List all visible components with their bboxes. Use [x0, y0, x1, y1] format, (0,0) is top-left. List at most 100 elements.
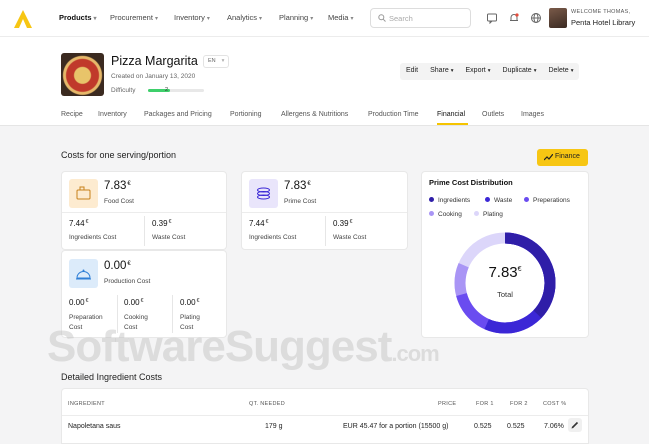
- tab-inventory[interactable]: Inventory: [98, 111, 127, 118]
- nav-analytics[interactable]: Analytics ▾: [227, 13, 262, 22]
- food-bag-icon: [76, 186, 91, 200]
- row-qty: 179 g: [265, 423, 283, 430]
- dish-image: [61, 53, 104, 96]
- search-input[interactable]: Search: [370, 8, 471, 28]
- row-ingredient[interactable]: Napoletana saus: [68, 423, 121, 430]
- nav-procurement[interactable]: Procurement ▾: [110, 13, 158, 22]
- food-cost-value: 7.83€: [104, 180, 131, 192]
- col-price[interactable]: PRICE: [438, 401, 456, 407]
- bell-icon[interactable]: [508, 12, 520, 24]
- production-cost-value: 0.00€: [104, 260, 131, 272]
- chevron-down-icon: ▾: [221, 58, 225, 64]
- donut-total-value: 7.83€: [488, 264, 522, 281]
- cloche-icon: [76, 269, 91, 280]
- duplicate-button[interactable]: Duplicate ▾: [497, 63, 543, 80]
- food-cost-icon-box: [69, 179, 98, 208]
- product-header: Pizza Margarita EN ▾ Created on January 1…: [0, 37, 649, 126]
- difficulty-label: Difficulty: [111, 87, 136, 94]
- tab-outlets[interactable]: Outlets: [482, 111, 504, 118]
- legend-dot: [429, 211, 434, 216]
- chevron-down-icon: ▾: [570, 68, 574, 74]
- prime-waste-value: 0.39€: [333, 219, 353, 228]
- org-name[interactable]: Penta Hotel Library: [571, 18, 635, 27]
- prime-ingredients-label: Ingredients Cost: [249, 234, 297, 241]
- edit-button[interactable]: Edit: [400, 63, 424, 80]
- search-placeholder: Search: [389, 14, 413, 23]
- prime-ingredients-value: 7.44€: [249, 219, 269, 228]
- chevron-down-icon: ▾: [206, 16, 210, 22]
- food-waste-value: 0.39€: [152, 219, 172, 228]
- divider: [62, 415, 588, 416]
- chevron-down-icon: ▾: [259, 16, 263, 22]
- tab-production-time[interactable]: Production Time: [368, 111, 419, 118]
- prime-cost-donut: [454, 232, 556, 334]
- search-icon: [378, 14, 386, 22]
- tab-images[interactable]: Images: [521, 111, 544, 118]
- tab-portioning[interactable]: Portioning: [230, 111, 262, 118]
- costs-section-title: Costs for one serving/portion: [61, 150, 177, 160]
- app-logo-icon[interactable]: [13, 9, 33, 29]
- created-date: Created on January 13, 2020: [111, 73, 196, 80]
- nav-media[interactable]: Media ▾: [328, 13, 353, 22]
- divider: [144, 216, 145, 246]
- tab-allergens[interactable]: Allergens & Nutritions: [281, 111, 348, 118]
- col-qty-needed[interactable]: QT. NEEDED: [249, 401, 285, 407]
- distribution-title: Prime Cost Distribution: [429, 178, 513, 187]
- legend-cooking: Cooking: [429, 211, 462, 218]
- tab-financial[interactable]: Financial: [437, 111, 465, 118]
- prime-cost-label: Prime Cost: [284, 198, 317, 205]
- plating-cost-label: Plating: [180, 314, 200, 321]
- donut-total-label: Total: [497, 290, 513, 299]
- production-cost-icon-box: [69, 259, 98, 288]
- prep-cost-value: 0.00€: [69, 298, 89, 307]
- coins-stack-icon: [257, 187, 270, 200]
- nav-inventory[interactable]: Inventory ▾: [174, 13, 210, 22]
- col-for1[interactable]: FOR 1: [476, 401, 494, 407]
- watermark: SoftwareSuggest.com: [47, 322, 440, 371]
- tab-recipe[interactable]: Recipe: [61, 111, 83, 118]
- legend-dot: [524, 197, 529, 202]
- finance-button-label: Finance: [555, 153, 580, 160]
- top-navbar: Products ▾ Procurement ▾ Inventory ▾ Analyt…: [0, 0, 649, 37]
- prime-cost-icon-box: [249, 179, 278, 208]
- details-section-title: Detailed Ingredient Costs: [61, 372, 163, 382]
- chevron-down-icon: ▾: [450, 68, 454, 74]
- globe-icon[interactable]: [530, 12, 542, 24]
- pencil-icon: [571, 421, 579, 429]
- food-ingredients-label: Ingredients Cost: [69, 234, 117, 241]
- food-waste-label: Waste Cost: [152, 234, 186, 241]
- col-ingredient[interactable]: INGREDIENT: [68, 401, 105, 407]
- row-edit-button[interactable]: [568, 418, 582, 432]
- col-cost-pct[interactable]: COST %: [543, 401, 566, 407]
- difficulty-value: 2: [165, 87, 169, 93]
- divider: [325, 216, 326, 246]
- language-select[interactable]: EN ▾: [203, 55, 230, 68]
- export-button[interactable]: Export ▾: [460, 63, 497, 80]
- nav-planning[interactable]: Planning ▾: [279, 13, 313, 22]
- food-cost-label: Food Cost: [104, 198, 134, 205]
- prime-waste-label: Waste Cost: [333, 234, 367, 241]
- finance-button[interactable]: Finance: [537, 149, 588, 166]
- prime-cost-card: 7.83€ Prime Cost 7.44€ Ingredients Cost …: [241, 171, 408, 250]
- chevron-down-icon: ▾: [350, 16, 354, 22]
- legend-waste: Waste: [485, 197, 512, 204]
- legend-dot: [474, 211, 479, 216]
- delete-button[interactable]: Delete ▾: [542, 63, 579, 80]
- chart-icon: [544, 154, 553, 161]
- divider: [62, 212, 226, 213]
- tab-packages-pricing[interactable]: Packages and Pricing: [144, 111, 212, 118]
- chat-icon[interactable]: [486, 12, 498, 24]
- difficulty-bar: [148, 89, 204, 92]
- chevron-down-icon: ▾: [533, 68, 537, 74]
- welcome-text: WELCOME THOMAS,: [571, 9, 631, 15]
- nav-products[interactable]: Products ▾: [59, 13, 97, 22]
- col-for2[interactable]: FOR 2: [510, 401, 528, 407]
- cooking-cost-label: Cooking: [124, 314, 148, 321]
- food-ingredients-value: 7.44€: [69, 219, 89, 228]
- prime-cost-value: 7.83€: [284, 180, 311, 192]
- avatar[interactable]: [549, 8, 567, 28]
- chevron-down-icon: ▾: [487, 68, 491, 74]
- production-cost-label: Production Cost: [104, 278, 151, 285]
- share-button[interactable]: Share ▾: [424, 63, 459, 80]
- row-for1: 0.525: [474, 423, 492, 430]
